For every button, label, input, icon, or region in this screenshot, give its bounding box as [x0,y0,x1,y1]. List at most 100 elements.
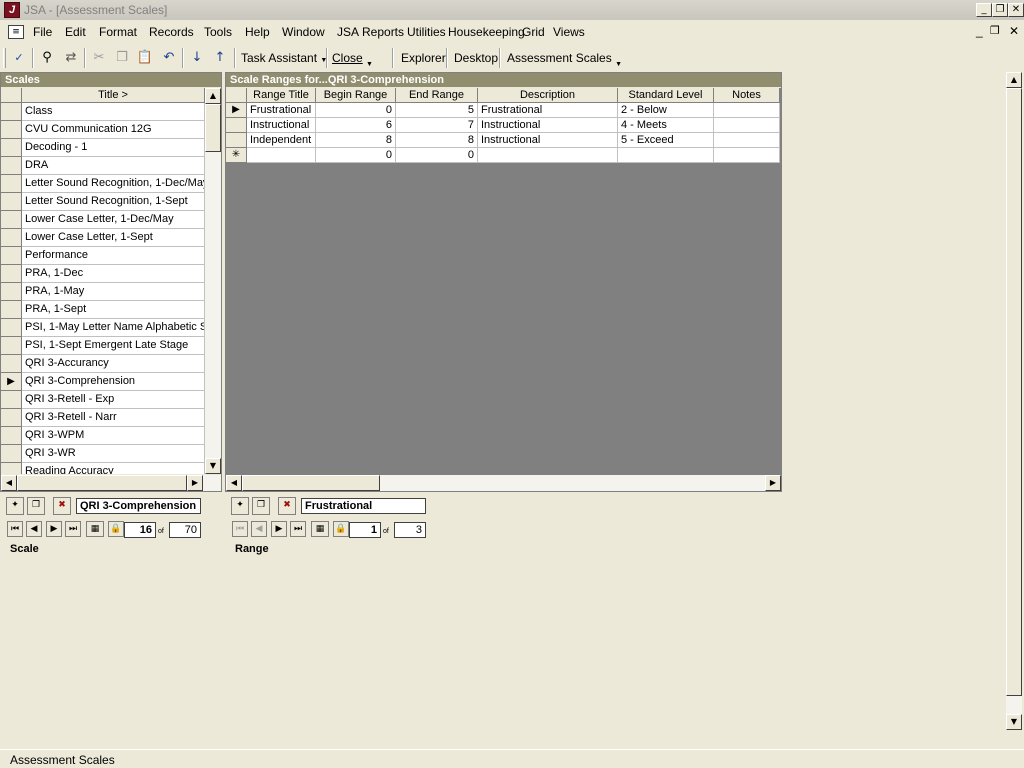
new-row-selector[interactable]: ✳ [226,148,247,163]
scroll-left-icon[interactable]: ◀ [226,475,242,491]
cell-notes[interactable] [714,133,780,148]
next-record-icon[interactable]: ▶ [46,521,62,537]
paste-icon[interactable]: 📋 [136,49,154,67]
close-button[interactable]: Close ▼ [332,51,373,68]
cell-notes[interactable] [714,118,780,133]
list-item[interactable]: PSI, 1-Sept Emergent Late Stage [22,337,205,355]
explorer-button[interactable]: Explorer [401,51,446,65]
menu-utilities[interactable]: Utilities [407,25,446,39]
cell-end-range[interactable]: 5 [396,103,478,118]
grid-view-icon[interactable]: ▦ [86,521,104,537]
row-selector[interactable] [1,265,22,283]
sort-descending-icon[interactable]: ↑ [211,49,229,67]
app-icon[interactable]: J [4,2,20,18]
sort-ascending-icon[interactable]: ↓ [188,49,206,67]
menu-grid[interactable]: Grid [522,25,545,39]
row-selector[interactable] [1,427,22,445]
scroll-down-icon[interactable]: ▼ [205,458,221,474]
scroll-down-icon[interactable]: ▼ [1006,714,1022,730]
close-icon[interactable]: ✕ [1008,3,1024,17]
cell-description[interactable]: Instructional [478,133,618,148]
delete-record-icon[interactable]: ✖ [278,497,296,515]
lock-icon[interactable]: 🔒 [108,521,124,537]
list-item[interactable]: Performance [22,247,205,265]
column-header-begin-range[interactable]: Begin Range [316,88,396,103]
restore-icon[interactable]: ❐ [992,3,1008,17]
first-record-icon[interactable]: ⏮ [232,521,248,537]
menu-window[interactable]: Window [282,25,325,39]
cell-range-title[interactable] [247,148,316,163]
menu-reports[interactable]: Reports [362,25,404,39]
column-header-end-range[interactable]: End Range [396,88,478,103]
list-item[interactable]: QRI 3-WPM [22,427,205,445]
spelling-icon[interactable]: ✓ [10,49,28,67]
menu-format[interactable]: Format [99,25,137,39]
cell-end-range[interactable]: 8 [396,133,478,148]
find-icon[interactable]: ⚲ [38,49,56,67]
new-record-icon[interactable]: ✦ [231,497,249,515]
new-record-icon[interactable]: ✦ [6,497,24,515]
row-selector[interactable] [1,391,22,409]
row-selector[interactable] [1,463,22,474]
row-selector[interactable] [1,319,22,337]
list-item[interactable]: Lower Case Letter, 1-Dec/May [22,211,205,229]
cell-notes[interactable] [714,148,780,163]
row-selector[interactable] [1,139,22,157]
ranges-horizontal-scrollbar[interactable]: ◀ ▶ [226,475,781,491]
cell-standard-level[interactable]: 2 - Below [618,103,714,118]
list-item[interactable]: Class [22,103,205,121]
scroll-thumb[interactable] [205,104,221,152]
column-header-standard-level[interactable]: Standard Level [618,88,714,103]
cell-description[interactable]: Frustrational [478,103,618,118]
row-selector[interactable] [226,118,247,133]
list-item[interactable]: PSI, 1-May Letter Name Alphabetic St [22,319,205,337]
cell-description[interactable] [478,148,618,163]
cell-range-title[interactable]: Independent [247,133,316,148]
task-assistant-button[interactable]: Task Assistant ▼ [241,51,327,65]
copy-record-icon[interactable]: ❐ [252,497,270,515]
list-item[interactable]: PRA, 1-May [22,283,205,301]
menu-housekeeping[interactable]: Housekeeping [448,25,525,39]
undo-icon[interactable]: ↶ [160,49,178,67]
row-selector[interactable] [1,157,22,175]
list-item[interactable]: CVU Communication 12G [22,121,205,139]
menu-help[interactable]: Help [245,25,270,39]
doc-restore-icon[interactable]: ❐ [990,24,1000,37]
column-header-description[interactable]: Description [478,88,618,103]
previous-record-icon[interactable]: ◀ [26,521,42,537]
copy-icon[interactable]: ❐ [113,49,131,67]
document-menu-icon[interactable]: ≡ [8,25,24,39]
scales-horizontal-scrollbar[interactable]: ◀ ▶ [1,475,221,491]
previous-record-icon[interactable]: ◀ [251,521,267,537]
list-item[interactable]: Decoding - 1 [22,139,205,157]
list-item[interactable]: QRI 3-Accurancy [22,355,205,373]
scale-name-field[interactable]: QRI 3-Comprehension [76,498,201,514]
scroll-thumb[interactable] [1006,88,1022,696]
scroll-up-icon[interactable]: ▲ [205,88,221,104]
row-selector[interactable] [226,133,247,148]
lock-icon[interactable]: 🔒 [333,521,349,537]
scale-current-record[interactable]: 16 [124,522,156,538]
row-selector[interactable]: ▶ [1,373,22,391]
list-item[interactable]: DRA [22,157,205,175]
menu-records[interactable]: Records [149,25,194,39]
delete-record-icon[interactable]: ✖ [53,497,71,515]
cell-begin-range[interactable]: 0 [316,103,396,118]
last-record-icon[interactable]: ⏭ [65,521,81,537]
cell-range-title[interactable]: Instructional [247,118,316,133]
menu-views[interactable]: Views [553,25,585,39]
column-header-notes[interactable]: Notes [714,88,780,103]
cell-begin-range[interactable]: 8 [316,133,396,148]
cell-standard-level[interactable]: 5 - Exceed [618,133,714,148]
row-selector[interactable]: ▶ [226,103,247,118]
cell-standard-level[interactable] [618,148,714,163]
assessment-scales-button[interactable]: Assessment Scales ▼ [507,51,622,68]
list-item[interactable]: QRI 3-Comprehension [22,373,205,391]
window-vertical-scrollbar[interactable]: ▲ ▼ [1006,72,1022,730]
scroll-right-icon[interactable]: ▶ [187,475,203,491]
doc-close-icon[interactable]: ✕ [1009,24,1019,38]
minimize-icon[interactable]: _ [976,3,992,17]
menu-file[interactable]: File [33,25,52,39]
row-selector[interactable] [1,175,22,193]
range-name-field[interactable]: Frustrational [301,498,426,514]
